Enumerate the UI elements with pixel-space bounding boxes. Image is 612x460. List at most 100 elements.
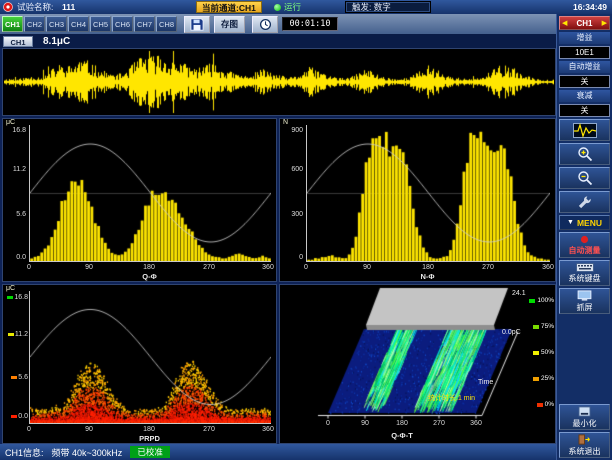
menu-button[interactable]: ▼ MENU bbox=[559, 215, 610, 230]
percent-tick: 100% bbox=[529, 297, 554, 304]
x-tick: 360 bbox=[466, 420, 486, 427]
prps-unit-label: 0.0pC bbox=[502, 329, 521, 336]
n-phi-panel: N 900 600 300 0 0 90 180 270 360 N-Φ bbox=[279, 118, 556, 282]
auto-measure-label: 自动测量 bbox=[569, 245, 601, 256]
q-phi-plot bbox=[29, 125, 271, 262]
system-exit-label: 系统退出 bbox=[569, 446, 601, 457]
system-exit-button[interactable]: 系统退出 bbox=[559, 432, 610, 458]
y-tick: 5.6 bbox=[3, 211, 26, 218]
channel-button-ch8[interactable]: CH8 bbox=[156, 16, 177, 32]
auto-gain-value-button[interactable]: 关 bbox=[559, 75, 610, 88]
wrench-icon bbox=[577, 195, 592, 210]
minimize-button[interactable]: 最小化 bbox=[559, 404, 610, 430]
test-name-value: 111 bbox=[62, 0, 75, 14]
q-phi-x-label: Q-Φ bbox=[29, 272, 270, 281]
channel-button-ch7[interactable]: CH7 bbox=[134, 16, 155, 32]
scale-color-mark bbox=[7, 296, 13, 299]
prpd-scale-tick: 11.2 bbox=[3, 331, 28, 338]
channel-button-ch5[interactable]: CH5 bbox=[90, 16, 111, 32]
n-phi-x-label: N-Φ bbox=[306, 272, 549, 281]
tools-button[interactable] bbox=[559, 191, 610, 213]
scope-icon bbox=[573, 123, 597, 138]
q-phi-y-unit: μC bbox=[6, 119, 15, 126]
prpd-scale-tick: 5.6 bbox=[3, 374, 28, 381]
elapsed-time-display: 00:01:10 bbox=[282, 17, 338, 31]
percent-tick: 75% bbox=[533, 323, 554, 330]
waveform-view-button[interactable] bbox=[559, 119, 610, 141]
channel-reading-row: CH1 8.1μC bbox=[0, 34, 556, 48]
scale-color-mark bbox=[533, 325, 539, 329]
x-tick: 0 bbox=[19, 264, 39, 271]
x-tick: 180 bbox=[418, 264, 438, 271]
x-tick: 270 bbox=[429, 420, 449, 427]
channel-button-ch1[interactable]: CH1 bbox=[2, 16, 23, 32]
timer-history-button[interactable] bbox=[252, 16, 278, 33]
top-bar: 试验名称: 111 当前通道:CH1 运行 触发: 数字 16:34:49 bbox=[0, 0, 612, 14]
trigger-info: 触发: 数字 bbox=[345, 1, 431, 13]
scale-color-mark bbox=[537, 403, 543, 407]
channel-button-ch3[interactable]: CH3 bbox=[46, 16, 67, 32]
x-tick: 180 bbox=[139, 264, 159, 271]
scale-color-mark bbox=[529, 299, 535, 303]
prpd-panel: μC 16.8 11.2 5.6 0.0 0 90 180 270 360 PR… bbox=[2, 284, 277, 444]
reading-channel-chip: CH1 bbox=[3, 36, 33, 47]
run-indicator-icon bbox=[274, 4, 281, 11]
scale-color-mark bbox=[11, 376, 17, 379]
prpd-plot bbox=[29, 291, 271, 424]
percent-tick: 25% bbox=[533, 375, 554, 382]
gain-value-button[interactable]: 10E1 bbox=[559, 46, 610, 59]
channel-button-ch2[interactable]: CH2 bbox=[24, 16, 45, 32]
brand-logo-icon bbox=[3, 2, 13, 12]
zoom-in-button[interactable] bbox=[559, 143, 610, 165]
x-tick: 360 bbox=[258, 264, 278, 271]
test-name-label: 试验名称: bbox=[17, 0, 53, 14]
status-bar: CH1信息: 频带 40k~300kHz 已校准 bbox=[0, 444, 556, 460]
channel-button-ch4[interactable]: CH4 bbox=[68, 16, 89, 32]
exit-door-icon bbox=[578, 434, 591, 445]
next-channel-icon[interactable]: ▶ bbox=[602, 19, 607, 27]
screen-capture-button[interactable]: 抓屏 bbox=[559, 288, 610, 314]
channel-button-ch6[interactable]: CH6 bbox=[112, 16, 133, 32]
y-tick: 900 bbox=[280, 127, 303, 134]
save-image-button[interactable]: 存图 bbox=[214, 16, 245, 33]
minimize-label: 最小化 bbox=[573, 418, 597, 429]
prps-duration-label: 统计时长:1 min bbox=[428, 393, 475, 403]
save-button[interactable] bbox=[184, 16, 210, 33]
x-tick: 0 bbox=[19, 426, 39, 433]
prps-depth-label: Time bbox=[478, 379, 493, 386]
attenuation-label: 衰减 bbox=[559, 90, 610, 102]
x-tick: 360 bbox=[538, 264, 558, 271]
scale-color-mark bbox=[533, 377, 539, 381]
zoom-out-button[interactable] bbox=[559, 167, 610, 189]
x-tick: 90 bbox=[79, 264, 99, 271]
q-phi-canvas bbox=[30, 125, 271, 261]
record-dot-icon bbox=[580, 235, 589, 244]
prps-max-label: 24.1 bbox=[512, 290, 526, 297]
floppy-icon bbox=[190, 18, 204, 31]
y-tick: 11.2 bbox=[3, 166, 26, 173]
prev-channel-icon[interactable]: ◀ bbox=[562, 19, 567, 27]
n-phi-plot bbox=[306, 125, 550, 262]
x-tick: 270 bbox=[478, 264, 498, 271]
time-waveform-panel bbox=[2, 48, 556, 116]
chevron-down-icon: ▼ bbox=[567, 219, 574, 226]
x-tick: 90 bbox=[355, 420, 375, 427]
menu-button-label: MENU bbox=[577, 218, 602, 228]
charge-reading-value: 8.1μC bbox=[43, 36, 70, 47]
pd-analyzer-app: 试验名称: 111 当前通道:CH1 运行 触发: 数字 16:34:49 CH… bbox=[0, 0, 612, 460]
monitor-icon bbox=[577, 290, 592, 301]
sidebar: ◀ CH1 ▶ 增益 10E1 自动增益 关 衰减 关 ▼ MENU 自动测量 bbox=[556, 14, 612, 460]
run-status: 运行 bbox=[274, 0, 301, 14]
scale-color-mark bbox=[533, 351, 539, 355]
system-keyboard-button[interactable]: 系统键盘 bbox=[559, 260, 610, 286]
prpd-scale-tick: 16.8 bbox=[3, 294, 28, 301]
channel-info-label: CH1信息: bbox=[5, 446, 44, 459]
run-status-label: 运行 bbox=[284, 2, 301, 12]
zoom-in-icon bbox=[577, 146, 593, 162]
gain-label: 增益 bbox=[559, 32, 610, 44]
prps-3d-panel: 24.1 0.0pC Time 统计时长:1 min 0 90 180 270 … bbox=[279, 284, 556, 444]
zoom-out-icon bbox=[577, 170, 593, 186]
sidebar-channel-selector[interactable]: ◀ CH1 ▶ bbox=[559, 16, 610, 30]
auto-measure-button[interactable]: 自动测量 bbox=[559, 232, 610, 258]
attenuation-value-button[interactable]: 关 bbox=[559, 104, 610, 117]
